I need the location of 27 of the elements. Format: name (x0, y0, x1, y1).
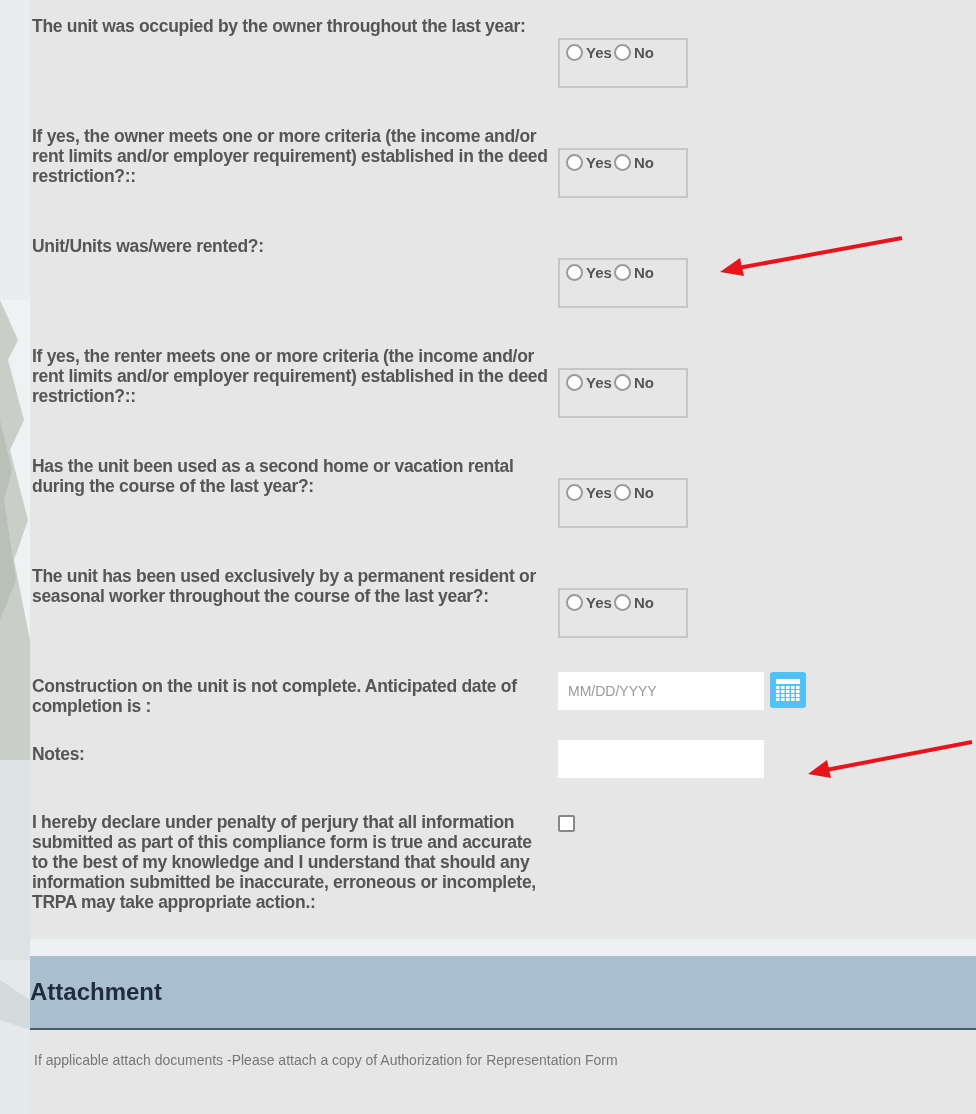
radio-option[interactable]: Yes (566, 154, 612, 171)
radio-option[interactable]: Yes (566, 594, 612, 611)
radio-option[interactable]: No (613, 594, 654, 611)
notes-field[interactable] (558, 740, 764, 778)
question-label: Notes: (32, 744, 86, 766)
radio-option[interactable]: Yes (566, 264, 612, 281)
radio-option[interactable]: Yes (566, 374, 612, 391)
question-label: I hereby declare under penalty of perjury that all information submitted as part of this compliance form is true and accurate to the best of my knowledge and I understand that should any information submitted be inaccurate, erroneous or incomplete, TRPA may take appropriate action.: (32, 812, 537, 914)
date-field[interactable]: MM/DD/YYYY (558, 672, 764, 710)
radio-option[interactable]: Yes (566, 484, 612, 501)
question-label: If yes, the renter meets one or more criteria (the income and/or rent limits and/or employer requirement) established in the deed restriction?:: (32, 346, 549, 408)
question-label: The unit was occupied by the owner throughout the last year: (32, 16, 527, 38)
question-label: Has the unit been used as a second home or vacation rental during the course of the last year?: (32, 456, 515, 498)
question-label: Unit/Units was/were rented?: (32, 236, 265, 258)
radio-option[interactable]: Yes (566, 44, 612, 61)
radio-option[interactable]: No (613, 374, 654, 391)
question-label: Construction on the unit is not complete. Anticipated date of completion is : (32, 676, 518, 718)
radio-option[interactable]: No (613, 264, 654, 281)
radio-option[interactable]: No (613, 44, 654, 61)
question-label: If yes, the owner meets one or more criteria (the income and/or rent limits and/or employer requirement) established in the deed restriction?:: (32, 126, 549, 188)
section-title: Attachment (30, 978, 162, 1006)
attachment-note: If applicable attach documents -Please attach a copy of Authorization for Representation Form (33, 1051, 619, 1068)
radio-option[interactable]: No (613, 484, 654, 501)
radio-option[interactable]: No (613, 154, 654, 171)
question-label: The unit has been used exclusively by a permanent resident or seasonal worker throughout the course of the last year?: (32, 566, 537, 608)
checkbox[interactable] (558, 815, 575, 832)
calendar-icon[interactable] (770, 672, 806, 708)
